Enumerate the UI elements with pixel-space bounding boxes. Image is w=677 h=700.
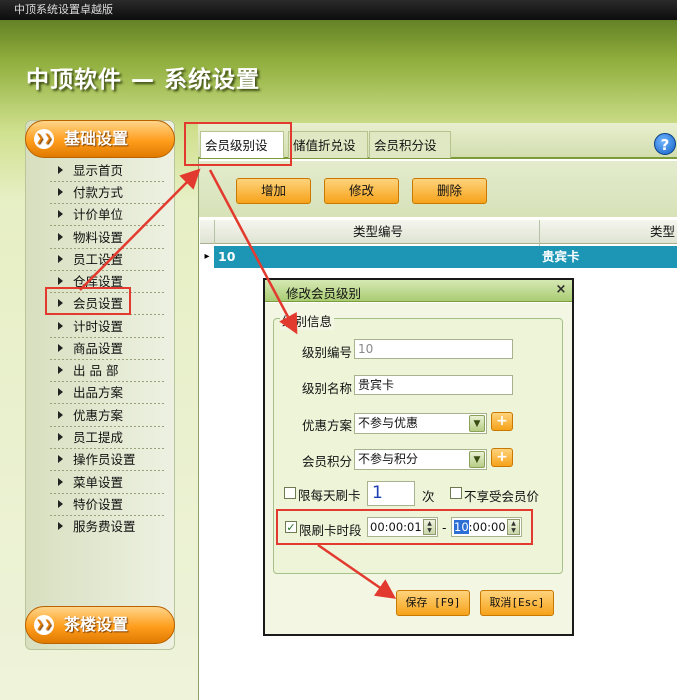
chevron-down-icon: ▼ <box>469 451 485 468</box>
basic-settings-label: 基础设置 <box>64 129 129 148</box>
sidebar-item-label: 员工设置 <box>73 252 124 267</box>
sidebar-item-home[interactable]: 显示首页 <box>50 160 165 182</box>
sidebar-item-material[interactable]: 物料设置 <box>50 227 165 249</box>
sidebar-item-label: 员工提成 <box>73 430 124 445</box>
daily-limit-label: 限每天刷卡 <box>298 488 361 503</box>
level-code-field[interactable]: 10 <box>354 339 513 359</box>
sidebar-item-label: 优惠方案 <box>73 408 124 423</box>
expand-arrow-icon: ❯❯ <box>34 129 54 149</box>
cell-name: 贵宾卡 <box>542 249 580 264</box>
daily-limit-field[interactable]: 1 <box>367 481 415 506</box>
triangle-bullet-icon <box>58 411 63 419</box>
teahouse-settings-label: 茶楼设置 <box>64 615 129 634</box>
level-name-field[interactable]: 贵宾卡 <box>354 375 513 395</box>
basic-settings-button[interactable]: ❯❯ 基础设置 <box>25 120 175 158</box>
add-button[interactable]: 增加 <box>236 178 311 204</box>
sidebar-item-label: 出 品 部 <box>73 363 119 378</box>
triangle-bullet-icon <box>58 522 63 530</box>
sidebar-item-output-dept[interactable]: 出 品 部 <box>50 360 165 382</box>
save-button[interactable]: 保存 [F9] <box>396 590 470 616</box>
sidebar-item-operator[interactable]: 操作员设置 <box>50 449 165 471</box>
member-points-select[interactable]: 不参与积分 ▼ <box>354 449 487 470</box>
sidebar-item-label: 特价设置 <box>73 497 124 512</box>
expand-arrow-icon: ❯❯ <box>34 615 54 635</box>
member-points-value: 不参与积分 <box>358 452 419 466</box>
row-indicator-icon: ▸ <box>200 246 214 268</box>
help-icon[interactable]: ? <box>654 133 676 155</box>
member-points-label: 会员积分 <box>302 454 353 469</box>
grid-header <box>200 220 677 244</box>
dialog-title: 修改会员级别 <box>286 286 362 301</box>
sidebar-item-label: 显示首页 <box>73 163 124 178</box>
triangle-bullet-icon <box>58 500 63 508</box>
cell-code: 10 <box>218 249 236 264</box>
daily-limit-checkbox[interactable] <box>284 487 296 499</box>
delete-button[interactable]: 删除 <box>412 178 487 204</box>
chevron-down-icon: ▼ <box>469 415 485 432</box>
teahouse-settings-button[interactable]: ❯❯ 茶楼设置 <box>25 606 175 644</box>
sidebar-item-staff[interactable]: 员工设置 <box>50 249 165 271</box>
no-member-price-label: 不享受会员价 <box>464 489 540 504</box>
triangle-bullet-icon <box>58 210 63 218</box>
window-titlebar: 中顶系统设置卓越版 <box>0 0 677 20</box>
level-code-label: 级别编号 <box>302 345 353 360</box>
discount-plan-label: 优惠方案 <box>302 418 353 433</box>
triangle-bullet-icon <box>58 277 63 285</box>
sidebar-item-discount-plan[interactable]: 优惠方案 <box>50 405 165 427</box>
sidebar-item-service-fee[interactable]: 服务费设置 <box>50 516 165 538</box>
triangle-bullet-icon <box>58 188 63 196</box>
sidebar-item-commission[interactable]: 员工提成 <box>50 427 165 449</box>
sidebar-item-menu[interactable]: 菜单设置 <box>50 472 165 494</box>
sidebar-item-product[interactable]: 商品设置 <box>50 338 165 360</box>
group-title: 级别信息 <box>280 311 335 330</box>
sidebar-item-label: 出品方案 <box>73 385 124 400</box>
sidebar-item-label: 计时设置 <box>73 319 124 334</box>
sidebar-item-special-price[interactable]: 特价设置 <box>50 494 165 516</box>
cancel-button[interactable]: 取消[Esc] <box>480 590 554 616</box>
triangle-bullet-icon <box>58 255 63 263</box>
column-header-code[interactable]: 类型编号 <box>353 220 403 244</box>
discount-plan-value: 不参与优惠 <box>358 416 419 430</box>
triangle-bullet-icon <box>58 344 63 352</box>
sidebar-item-label: 菜单设置 <box>73 475 124 490</box>
annotation-box-time-limit <box>276 509 533 545</box>
sidebar-item-payment[interactable]: 付款方式 <box>50 182 165 204</box>
sidebar-item-label: 操作员设置 <box>73 452 136 467</box>
no-member-price-checkbox[interactable] <box>450 487 462 499</box>
window-title: 中顶系统设置卓越版 <box>14 3 113 16</box>
sidebar-item-label: 计价单位 <box>73 207 124 222</box>
sidebar-item-label: 付款方式 <box>73 185 124 200</box>
edit-button[interactable]: 修改 <box>324 178 399 204</box>
triangle-bullet-icon <box>58 233 63 241</box>
tab-member-points[interactable]: 会员积分设置 <box>369 131 451 180</box>
close-icon[interactable]: × <box>554 282 568 298</box>
annotation-box-tab <box>184 122 292 166</box>
sidebar-item-unit[interactable]: 计价单位 <box>50 204 165 226</box>
triangle-bullet-icon <box>58 433 63 441</box>
triangle-bullet-icon <box>58 366 63 374</box>
triangle-bullet-icon <box>58 322 63 330</box>
times-unit-label: 次 <box>422 489 435 504</box>
column-header-name[interactable]: 类型名 <box>650 220 677 263</box>
sidebar-item-label: 物料设置 <box>73 230 124 245</box>
triangle-bullet-icon <box>58 166 63 174</box>
sidebar-item-label: 商品设置 <box>73 341 124 356</box>
sidebar-item-output-plan[interactable]: 出品方案 <box>50 382 165 404</box>
annotation-box-sidebar <box>45 287 131 315</box>
add-member-points-button[interactable]: + <box>491 448 513 467</box>
level-name-label: 级别名称 <box>302 381 353 396</box>
sidebar-item-timing[interactable]: 计时设置 <box>50 316 165 338</box>
triangle-bullet-icon <box>58 388 63 396</box>
sidebar-item-label: 服务费设置 <box>73 519 136 534</box>
add-discount-plan-button[interactable]: + <box>491 412 513 431</box>
page-title: 中顶软件 — 系统设置 <box>26 67 261 93</box>
triangle-bullet-icon <box>58 478 63 486</box>
triangle-bullet-icon <box>58 455 63 463</box>
discount-plan-select[interactable]: 不参与优惠 ▼ <box>354 413 487 434</box>
table-row[interactable] <box>200 246 677 268</box>
tab-stored-value[interactable]: 储值折兑设置 <box>288 131 368 180</box>
